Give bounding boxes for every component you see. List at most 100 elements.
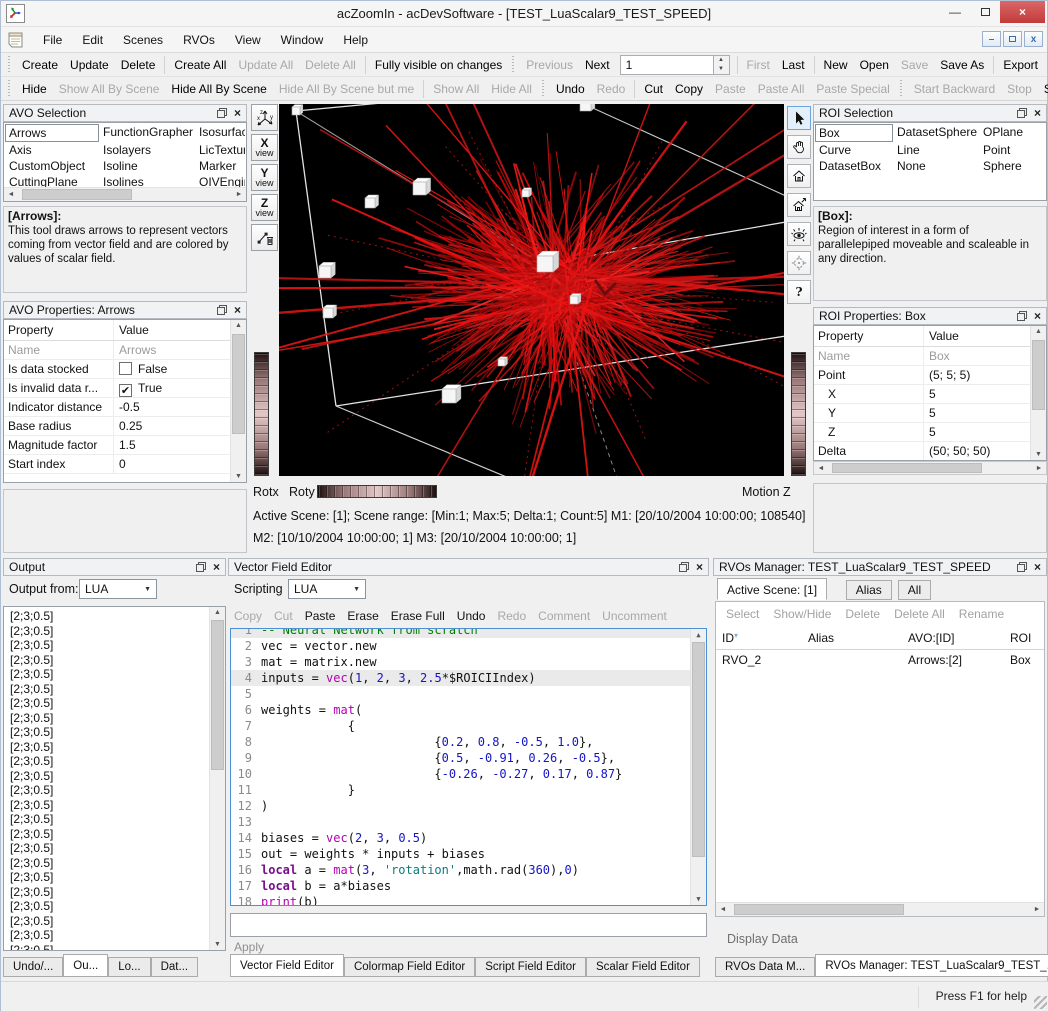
scroll-up-icon[interactable]: ▲ bbox=[1031, 328, 1046, 335]
toolbar-button-update-all[interactable]: Update All bbox=[232, 55, 299, 75]
close-panel-icon[interactable]: × bbox=[1034, 108, 1041, 118]
rvos-button-delete[interactable]: Delete bbox=[845, 607, 880, 621]
toolbar-button-delete[interactable]: Delete bbox=[115, 55, 162, 75]
table-row[interactable]: Delta(50; 50; 50) bbox=[814, 442, 1046, 461]
roi-item-sphere[interactable]: Sphere bbox=[979, 158, 1045, 174]
table-row[interactable]: Magnitude factor1.5 bbox=[4, 436, 246, 455]
toolbar-button-hide-all-by-scene[interactable]: Hide All By Scene bbox=[165, 79, 272, 99]
editor-button-erase[interactable]: Erase bbox=[347, 609, 378, 623]
scroll-left-icon[interactable]: ◄ bbox=[4, 188, 18, 201]
scroll-up-icon[interactable]: ▲ bbox=[210, 609, 225, 616]
scroll-left-icon[interactable]: ◄ bbox=[814, 462, 828, 474]
output-source-select[interactable]: LUA▼ bbox=[79, 579, 157, 599]
tab-ou-[interactable]: Ou... bbox=[63, 954, 108, 977]
float-panel-icon[interactable] bbox=[217, 305, 227, 315]
spinner-value[interactable]: 1 bbox=[621, 56, 713, 74]
toolbar-button-undo[interactable]: Undo bbox=[550, 79, 591, 99]
roi-item-datasetsphere[interactable]: DatasetSphere bbox=[893, 124, 979, 142]
toolbar-button-start-forward[interactable]: Start Forward bbox=[1038, 79, 1048, 99]
editor-button-comment[interactable]: Comment bbox=[538, 609, 590, 623]
editor-button-erase-full[interactable]: Erase Full bbox=[391, 609, 445, 623]
menu-item-help[interactable]: Help bbox=[333, 29, 378, 51]
toolbar-button-export[interactable]: Export bbox=[997, 55, 1044, 75]
roi-properties-header[interactable]: ROI Properties: Box × bbox=[813, 307, 1047, 325]
table-row[interactable]: Y5 bbox=[814, 404, 1046, 423]
roi-selection-header[interactable]: ROI Selection × bbox=[813, 104, 1047, 122]
table-row[interactable]: Z5 bbox=[814, 423, 1046, 442]
toolbar-button-delete-all[interactable]: Delete All bbox=[299, 55, 362, 75]
table-row[interactable]: Is data stockedFalse bbox=[4, 360, 246, 379]
editor-button-copy[interactable]: Copy bbox=[234, 609, 262, 623]
column-header[interactable]: Value bbox=[924, 326, 1046, 346]
code-line[interactable]: 6weights = mat( bbox=[231, 702, 706, 718]
scroll-thumb[interactable] bbox=[832, 463, 982, 473]
apply-button[interactable]: Apply bbox=[234, 940, 264, 954]
menu-item-edit[interactable]: Edit bbox=[72, 29, 113, 51]
scroll-thumb[interactable] bbox=[211, 620, 224, 770]
toolbar-button-redo[interactable]: Redo bbox=[591, 79, 632, 99]
rotation-thumbwheel[interactable] bbox=[317, 485, 437, 498]
pointer-button[interactable] bbox=[787, 106, 811, 130]
close-panel-icon[interactable]: × bbox=[1034, 311, 1041, 321]
table-row[interactable]: X5 bbox=[814, 385, 1046, 404]
avo-item-axis[interactable]: Axis bbox=[5, 142, 99, 158]
property-value[interactable]: False bbox=[114, 360, 246, 378]
output-header[interactable]: Output × bbox=[3, 558, 226, 576]
scroll-up-icon[interactable]: ▲ bbox=[691, 631, 706, 639]
code-editor[interactable]: 1-- Neural Network from scratch2vec = ve… bbox=[230, 628, 707, 906]
roi-item-line[interactable]: Line bbox=[893, 142, 979, 158]
mdi-close-icon[interactable]: x bbox=[1024, 31, 1043, 47]
tab-lo-[interactable]: Lo... bbox=[108, 957, 150, 977]
toolbar-button-paste-all[interactable]: Paste All bbox=[752, 79, 811, 99]
seek-button[interactable] bbox=[787, 251, 811, 275]
avo-props-vscrollbar[interactable]: ▲ ▼ bbox=[230, 320, 246, 482]
tab-colormap-field-editor[interactable]: Colormap Field Editor bbox=[344, 957, 475, 977]
toolbar-button-next[interactable]: Next bbox=[579, 55, 616, 75]
code-line[interactable]: 8 {0.2, 0.8, -0.5, 1.0}, bbox=[231, 734, 706, 750]
column-header-avo-id-[interactable]: AVO:[ID] bbox=[902, 628, 1004, 649]
code-line[interactable]: 13 bbox=[231, 814, 706, 830]
scroll-thumb[interactable] bbox=[232, 334, 245, 434]
toolbar-button-previous[interactable]: Previous bbox=[520, 55, 579, 75]
code-line[interactable]: 12) bbox=[231, 798, 706, 814]
code-line[interactable]: 10 {-0.26, -0.27, 0.17, 0.87} bbox=[231, 766, 706, 782]
table-row[interactable]: Point(5; 5; 5) bbox=[814, 366, 1046, 385]
scroll-right-icon[interactable]: ► bbox=[232, 188, 246, 201]
scroll-down-icon[interactable]: ▼ bbox=[691, 895, 706, 903]
axis-triad-button[interactable]: zxy bbox=[251, 104, 278, 131]
code-line[interactable]: 15out = weights * inputs + biases bbox=[231, 846, 706, 862]
mdi-minimize-icon[interactable]: – bbox=[982, 31, 1001, 47]
vector-editor-header[interactable]: Vector Field Editor × bbox=[228, 558, 709, 576]
tab-rvos-data-m-[interactable]: RVOs Data M... bbox=[715, 957, 815, 977]
property-value[interactable]: ✔True bbox=[114, 379, 246, 397]
scroll-down-icon[interactable]: ▼ bbox=[210, 941, 225, 948]
float-panel-icon[interactable] bbox=[1017, 562, 1027, 572]
tab-vector-field-editor[interactable]: Vector Field Editor bbox=[230, 954, 344, 977]
spin-up-icon[interactable]: ▲ bbox=[714, 56, 729, 65]
scroll-up-icon[interactable]: ▲ bbox=[231, 322, 246, 329]
toolbar-gripper[interactable] bbox=[8, 56, 12, 74]
property-value[interactable]: -0.5 bbox=[114, 398, 246, 416]
x-view-button[interactable]: Xview bbox=[251, 134, 278, 161]
float-panel-icon[interactable] bbox=[196, 562, 206, 572]
scroll-right-icon[interactable]: ► bbox=[1030, 903, 1044, 916]
property-value[interactable]: 5 bbox=[924, 423, 1046, 441]
toolbar-button-paste[interactable]: Paste bbox=[709, 79, 752, 99]
close-panel-icon[interactable]: × bbox=[696, 562, 703, 572]
toolbar-button-hide-all-by-scene-but-me[interactable]: Hide All By Scene but me bbox=[273, 79, 420, 99]
right-thumbwheel[interactable] bbox=[791, 352, 806, 476]
help-button[interactable]: ? bbox=[787, 280, 811, 304]
avo-item-isosurfac[interactable]: Isosurfac bbox=[195, 124, 245, 142]
property-value[interactable]: 5 bbox=[924, 385, 1046, 403]
roi-props-vscrollbar[interactable]: ▲ ▼ bbox=[1030, 326, 1046, 460]
y-view-button[interactable]: Yview bbox=[251, 164, 278, 191]
editor-button-undo[interactable]: Undo bbox=[457, 609, 486, 623]
code-line[interactable]: 16local a = mat(3, 'rotation',math.rad(3… bbox=[231, 862, 706, 878]
resize-grip[interactable] bbox=[1034, 996, 1047, 1009]
toolbar-button-open[interactable]: Open bbox=[854, 55, 895, 75]
tab-all[interactable]: All bbox=[898, 580, 931, 600]
rvos-button-show-hide[interactable]: Show/Hide bbox=[773, 607, 831, 621]
menu-item-rvos[interactable]: RVOs bbox=[173, 29, 225, 51]
property-value[interactable]: (5; 5; 5) bbox=[924, 366, 1046, 384]
column-header[interactable]: Property bbox=[814, 326, 924, 346]
